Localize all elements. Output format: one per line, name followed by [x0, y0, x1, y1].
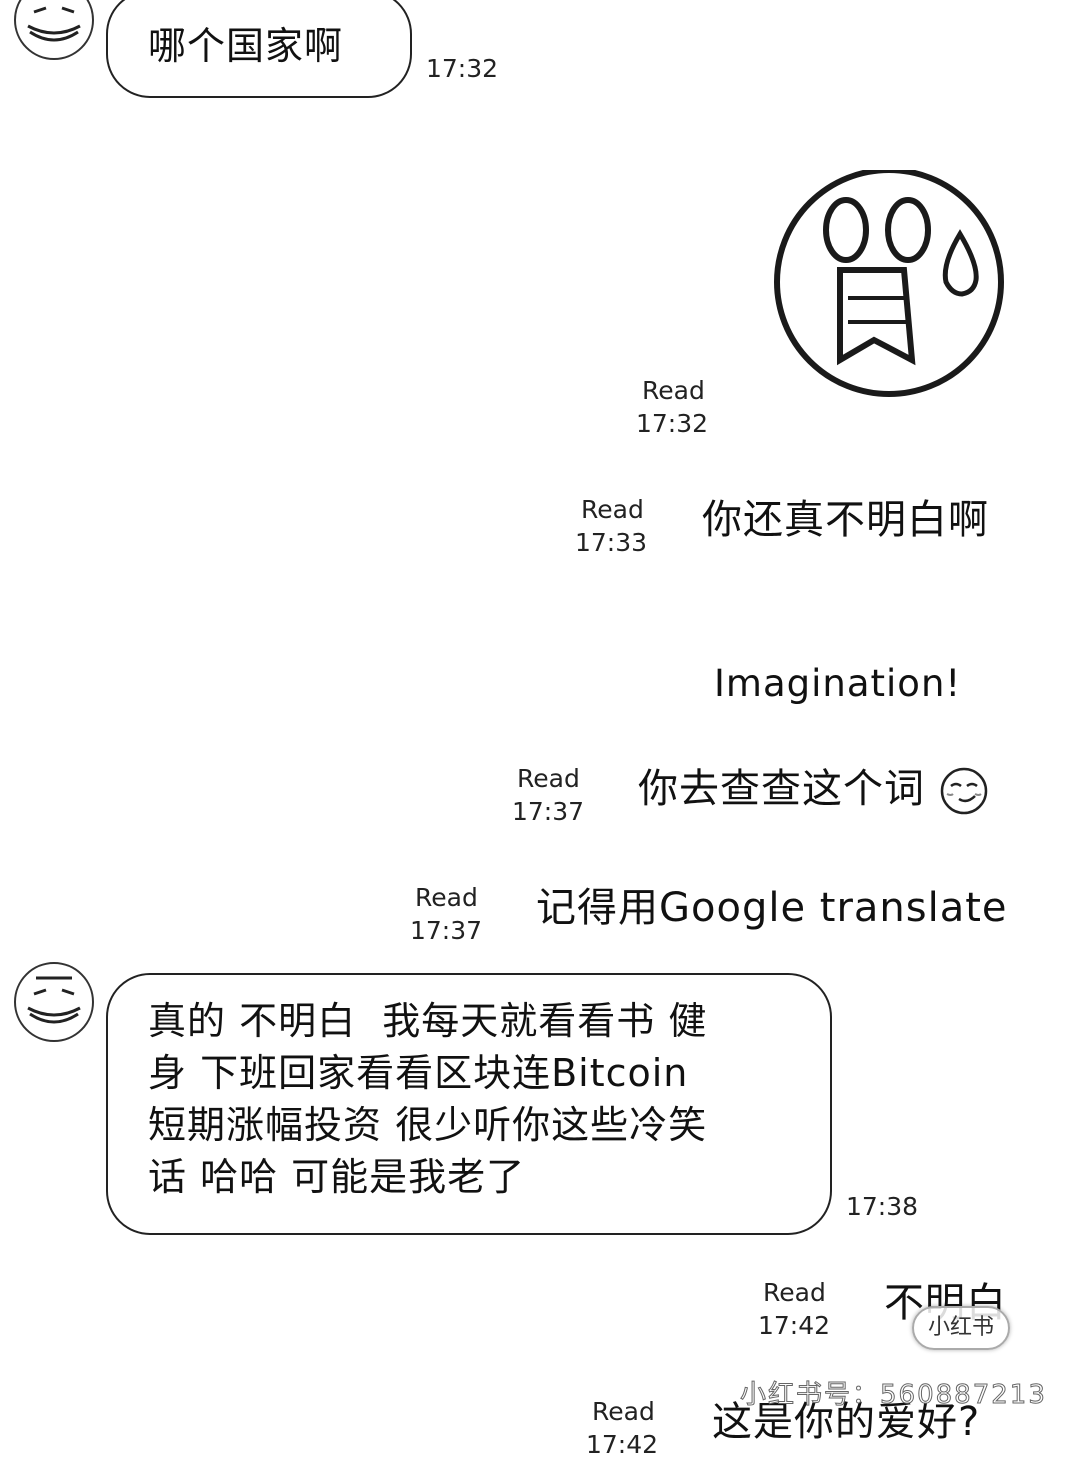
- message-time: 17:32: [636, 409, 709, 438]
- read-receipt: Read: [642, 376, 705, 405]
- message-line: 真的 不明白 我每天就看看书 健: [148, 999, 708, 1043]
- message-time: 17:38: [846, 1192, 919, 1221]
- incoming-message-bubble[interactable]: 真的 不明白 我每天就看看书 健 身 下班回家看看区块连Bitcoin 短期涨幅…: [106, 973, 832, 1235]
- outgoing-message-text[interactable]: 你去查查这个词: [638, 763, 989, 816]
- message-time: 17:32: [426, 54, 499, 83]
- message-time: 17:42: [586, 1430, 659, 1459]
- outgoing-message-text[interactable]: 你还真不明白啊: [702, 494, 989, 546]
- message-text-block: 真的 不明白 我每天就看看书 健 身 下班回家看看区块连Bitcoin 短期涨幅…: [148, 995, 818, 1203]
- read-receipt: Read: [592, 1397, 655, 1426]
- avatar-face-icon: [27, 6, 81, 42]
- message-text: 哪个国家啊: [148, 24, 344, 68]
- read-receipt: Read: [517, 764, 580, 793]
- watermark-id: 小红书号：560887213: [740, 1380, 1047, 1411]
- message-time: 17:37: [410, 916, 483, 945]
- message-line: 短期涨幅投资 很少听你这些冷笑: [148, 1103, 708, 1147]
- read-receipt: Read: [763, 1278, 826, 1307]
- outgoing-message-text[interactable]: Imagination!: [714, 658, 961, 710]
- message-line: 话 哈哈 可能是我老了: [148, 1155, 526, 1199]
- incoming-message-bubble[interactable]: 哪个国家啊: [106, 0, 412, 98]
- read-receipt: Read: [415, 883, 478, 912]
- message-time: 17:33: [575, 528, 648, 557]
- shocked-face-sticker[interactable]: [770, 167, 1008, 398]
- shocked-face-icon: [774, 167, 1004, 397]
- message-text: 你去查查这个词: [638, 766, 925, 812]
- read-receipt: Read: [581, 495, 644, 524]
- smirk-emoji-icon: [939, 766, 989, 816]
- watermark-badge: 小红书: [912, 1306, 1011, 1350]
- message-line: 身 下班回家看看区块连Bitcoin: [148, 1051, 689, 1095]
- contact-avatar[interactable]: [14, 0, 94, 60]
- message-time: 17:42: [758, 1311, 831, 1340]
- contact-avatar[interactable]: [14, 962, 94, 1042]
- outgoing-message-text[interactable]: 记得用Google translate: [536, 882, 1008, 934]
- message-time: 17:37: [512, 797, 585, 826]
- avatar-face-icon: [27, 976, 81, 1024]
